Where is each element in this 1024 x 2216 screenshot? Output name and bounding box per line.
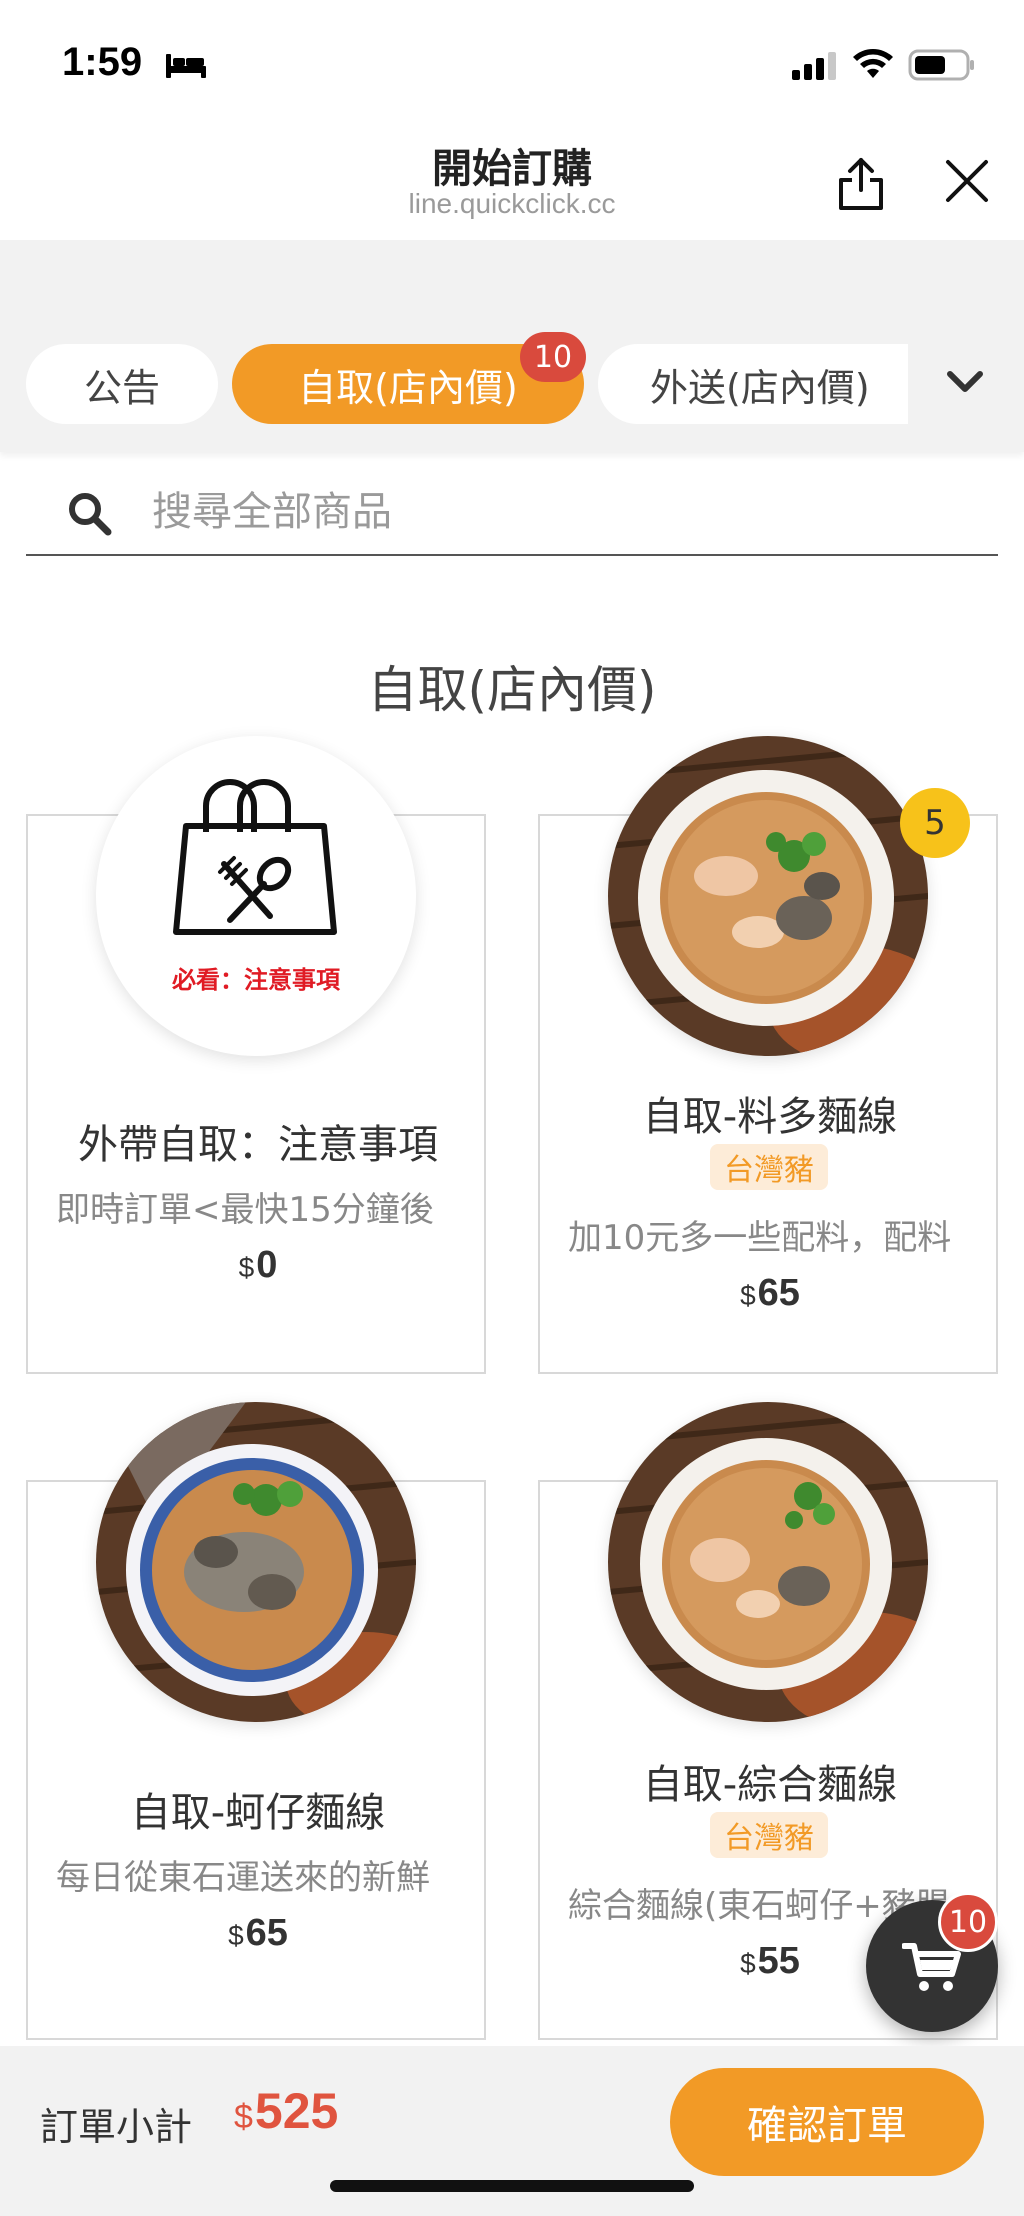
shopping-bag-utensils-icon: 必看：注意事項 (172, 779, 341, 994)
product-image-oyster-noodles[interactable] (96, 1402, 416, 1722)
noodle-bowl-image (608, 736, 928, 1056)
header: 開始訂購 line.quickclick.cc (0, 120, 1024, 240)
image-caption: 必看：注意事項 (172, 965, 341, 994)
product-price: $65 (740, 1272, 800, 1314)
combo-noodle-bowl-image (608, 1402, 928, 1722)
product-image-notice[interactable]: 必看：注意事項 (96, 736, 416, 1056)
home-indicator (330, 2180, 694, 2192)
tab-delivery[interactable]: 外送(店內價) (598, 344, 908, 424)
product-image-hearty-noodles[interactable] (608, 736, 928, 1056)
product-description: 即時訂單<最快15分鐘後 (56, 1190, 434, 1230)
product-description: 加10元多一些配料，配料 (568, 1218, 952, 1258)
product-name: 外帶自取：注意事項 (78, 1122, 438, 1168)
product-name: 自取-綜合麵線 (642, 1762, 898, 1808)
subtotal-amount: $525 (234, 2083, 339, 2139)
product-tag: 台灣豬 (710, 1144, 828, 1190)
product-name: 自取-料多麵線 (642, 1094, 898, 1140)
product-name: 自取-蚵仔麵線 (130, 1790, 386, 1836)
status-time: 1:59 (62, 40, 143, 84)
product-tag: 台灣豬 (710, 1812, 828, 1858)
bed-icon (166, 54, 206, 78)
product-description: 每日從東石運送來的新鮮 (56, 1858, 430, 1898)
share-icon[interactable] (836, 156, 886, 212)
product-image-combo-noodles[interactable] (608, 1402, 928, 1722)
status-bar: 1:59 (0, 0, 1024, 120)
search-input[interactable] (152, 482, 972, 542)
product-price: $65 (228, 1912, 288, 1954)
search-icon (69, 493, 112, 536)
confirm-order-button[interactable]: 確認訂單 (670, 2068, 984, 2176)
search-bar (26, 470, 998, 556)
close-icon[interactable] (944, 158, 990, 204)
cart-count-badge: 10 (938, 1892, 998, 1952)
oyster-noodle-bowl-image (96, 1402, 416, 1722)
cellular-signal-icon (792, 52, 836, 80)
tab-announcement[interactable]: 公告 (26, 344, 218, 424)
subtotal-label: 訂單小計 (40, 2105, 193, 2149)
battery-icon (908, 49, 974, 81)
wifi-icon (853, 49, 893, 78)
chevron-down-icon[interactable] (944, 362, 986, 400)
cart-quantity-badge: 5 (900, 788, 970, 858)
product-price: $0 (238, 1244, 278, 1286)
tab-pickup-count-badge: 10 (520, 332, 586, 382)
header-spacer (0, 240, 1024, 332)
section-title: 自取(店內價) (367, 661, 657, 719)
category-tab-bar: 公告 自取(店內價) 外送(店內價) (0, 332, 1024, 452)
